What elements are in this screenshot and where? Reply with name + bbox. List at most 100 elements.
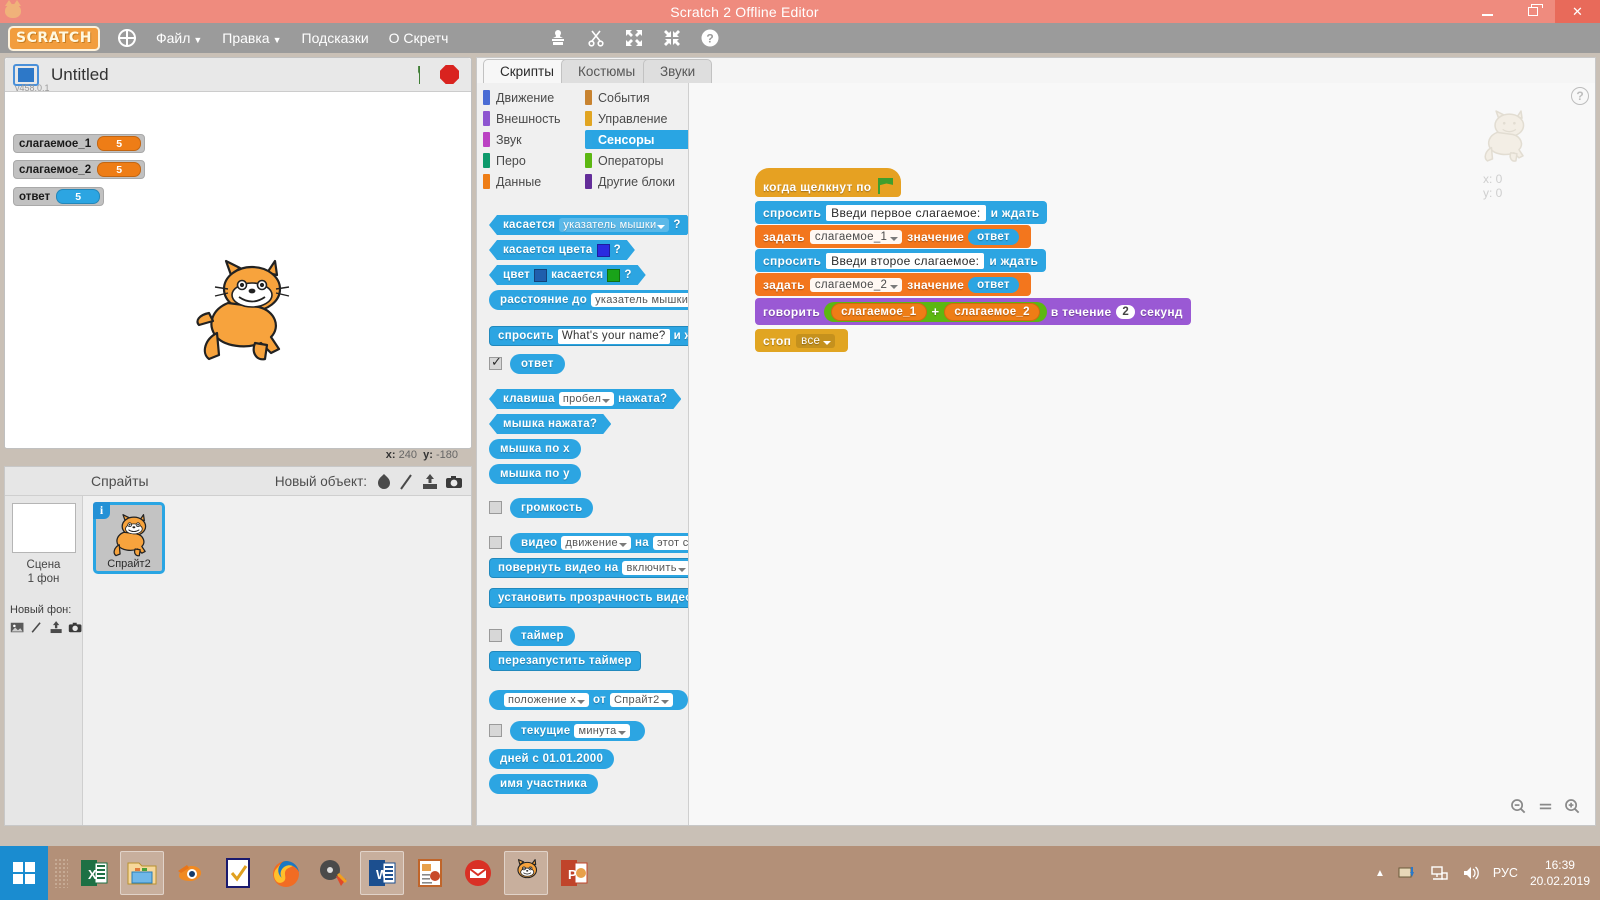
script-canvas[interactable]: x: 0 y: 0 ? когда щелкнут по спросить Вв… (689, 83, 1595, 825)
block-set-variable-2[interactable]: задать слагаемое_2 значение ответ (755, 273, 1031, 296)
upload-backdrop-icon[interactable] (49, 619, 63, 636)
camera-icon[interactable] (445, 473, 463, 491)
show-hidden-icons-arrow[interactable]: ▲ (1375, 868, 1385, 879)
variable-reporter-2[interactable]: слагаемое_2 (944, 302, 1040, 321)
menu-edit[interactable]: Правка ▼ (222, 30, 281, 46)
block-answer-reporter[interactable]: ответ (968, 228, 1019, 245)
taskbar-publisher-icon[interactable] (408, 851, 452, 895)
dropdown-stop-option[interactable]: все (796, 333, 836, 348)
dropdown-variable[interactable]: слагаемое_1 (809, 229, 903, 244)
block-video-on[interactable]: видео движение на этот спр (510, 533, 688, 553)
block-ask-and-wait[interactable]: спросить What's your name? и ждать (489, 326, 688, 346)
block-say-for-seconds[interactable]: говорить слагаемое_1 + слагаемое_2 в теч… (755, 298, 1191, 325)
volume-icon[interactable] (1461, 864, 1481, 882)
dropdown-time-unit[interactable]: минута (574, 724, 630, 738)
network-icon[interactable] (1429, 864, 1449, 882)
scissors-icon[interactable] (586, 28, 606, 48)
taskbar-word-icon[interactable]: W (360, 851, 404, 895)
dropdown-distance-target[interactable]: указатель мышки (591, 293, 688, 307)
variable-reporter-1[interactable]: слагаемое_1 (831, 302, 927, 321)
taskbar-powerpoint-icon[interactable]: P (552, 851, 596, 895)
upload-sprite-icon[interactable] (421, 473, 439, 491)
block-answer-reporter[interactable]: ответ (968, 276, 1019, 293)
taskbar-checkmark-app-icon[interactable] (216, 851, 260, 895)
sprite-list[interactable]: i Спрайт2 (84, 496, 471, 825)
stage-canvas[interactable]: слагаемое_1 5 слагаемое_2 5 ответ 5 (5, 92, 471, 447)
block-username[interactable]: имя участника (489, 774, 599, 794)
block-stop-all[interactable]: стоп все (755, 329, 849, 352)
dropdown-object[interactable]: Спрайт2 (610, 693, 673, 707)
help-button[interactable]: ? (1571, 87, 1589, 105)
block-mouse-down[interactable]: мышка нажата? (489, 414, 611, 434)
ask-question-input[interactable]: Введи второе слагаемое: (826, 252, 985, 269)
taskbar-mail-icon[interactable] (456, 851, 500, 895)
dropdown-key[interactable]: пробел (559, 392, 614, 406)
color-swatch[interactable] (607, 269, 620, 282)
block-set-variable-1[interactable]: задать слагаемое_1 значение ответ (755, 225, 1031, 248)
variable-watcher[interactable]: ответ 5 (13, 187, 105, 206)
tab-sounds[interactable]: Звуки (643, 59, 713, 83)
block-touching[interactable]: касается указатель мышки ? (489, 215, 688, 235)
block-touching-color[interactable]: касается цвета ? (489, 240, 635, 260)
block-addition-operator[interactable]: слагаемое_1 + слагаемое_2 (824, 301, 1047, 322)
block-loudness[interactable]: громкость (510, 498, 594, 518)
stamp-icon[interactable] (548, 28, 568, 48)
sprite-card-sprite2[interactable]: i Спрайт2 (93, 502, 165, 574)
block-when-flag-clicked[interactable]: когда щелкнут по (755, 168, 902, 197)
taskbar-media-player-icon[interactable] (312, 851, 356, 895)
ask-question-input[interactable]: Введи первое слагаемое: (826, 204, 986, 221)
tab-costumes[interactable]: Костюмы (561, 59, 653, 83)
close-button[interactable]: ✕ (1555, 0, 1600, 23)
block-answer[interactable]: ответ (510, 354, 565, 374)
checkbox-video-on[interactable] (489, 536, 502, 549)
category-control[interactable]: Управление (585, 109, 688, 128)
color-swatch[interactable] (597, 244, 610, 257)
block-ask-second-addend[interactable]: спросить Введи второе слагаемое: и ждать (755, 249, 1047, 272)
choose-backdrop-icon[interactable] (10, 619, 24, 636)
block-reset-timer[interactable]: перезапустить таймер (489, 651, 641, 671)
checkbox-loudness[interactable] (489, 501, 502, 514)
block-timer[interactable]: таймер (510, 626, 575, 646)
dropdown-video-state[interactable]: включить (622, 561, 688, 575)
menu-about[interactable]: О Скретч (389, 30, 449, 46)
block-key-pressed[interactable]: клавиша пробел нажата? (489, 389, 681, 409)
variable-watcher[interactable]: слагаемое_2 5 (13, 160, 146, 179)
category-sound[interactable]: Звук (483, 130, 585, 149)
ask-question-input[interactable]: What's your name? (557, 328, 670, 344)
category-looks[interactable]: Внешность (483, 109, 585, 128)
taskbar-excel-icon[interactable]: X (72, 851, 116, 895)
category-pen[interactable]: Перо (483, 151, 585, 170)
restore-button[interactable] (1510, 0, 1555, 23)
block-attribute-of[interactable]: положение x от Спрайт2 (489, 690, 688, 710)
sprite-cat-on-stage[interactable] (195, 257, 300, 367)
dropdown-video-attr[interactable]: движение (561, 536, 631, 550)
paint-brush-icon[interactable] (397, 473, 415, 491)
checkbox-timer[interactable] (489, 629, 502, 642)
category-operators[interactable]: Операторы (585, 151, 688, 170)
choose-sprite-icon[interactable] (375, 473, 393, 491)
category-data[interactable]: Данные (483, 172, 585, 191)
dropdown-attribute[interactable]: положение x (504, 693, 590, 707)
block-turn-video[interactable]: повернуть видео на включить (489, 558, 688, 578)
camera-backdrop-icon[interactable] (68, 619, 82, 636)
stage-thumbnail[interactable] (11, 503, 76, 553)
paint-backdrop-icon[interactable] (29, 619, 43, 636)
zoom-in-icon[interactable] (1564, 798, 1581, 815)
language-indicator[interactable]: РУС (1493, 866, 1518, 880)
update-icon[interactable] (1397, 864, 1417, 882)
help-icon[interactable]: ? (700, 28, 720, 48)
dropdown-video-target[interactable]: этот спр (652, 536, 688, 550)
taskbar-file-explorer-icon[interactable] (120, 851, 164, 895)
checkbox-answer[interactable] (489, 354, 502, 370)
block-color-touching-color[interactable]: цвет касается ? (489, 265, 646, 285)
clock[interactable]: 16:39 20.02.2019 (1530, 857, 1590, 889)
seconds-input[interactable]: 2 (1116, 304, 1136, 319)
zoom-out-icon[interactable] (1510, 798, 1527, 815)
dropdown-variable[interactable]: слагаемое_2 (809, 277, 903, 292)
checkbox-current[interactable] (489, 724, 502, 737)
grow-icon[interactable] (624, 28, 644, 48)
block-days-since-2000[interactable]: дней с 01.01.2000 (489, 749, 615, 769)
menu-file[interactable]: Файл ▼ (156, 30, 202, 46)
stop-button[interactable] (440, 65, 459, 84)
menu-tips[interactable]: Подсказки (302, 30, 369, 46)
